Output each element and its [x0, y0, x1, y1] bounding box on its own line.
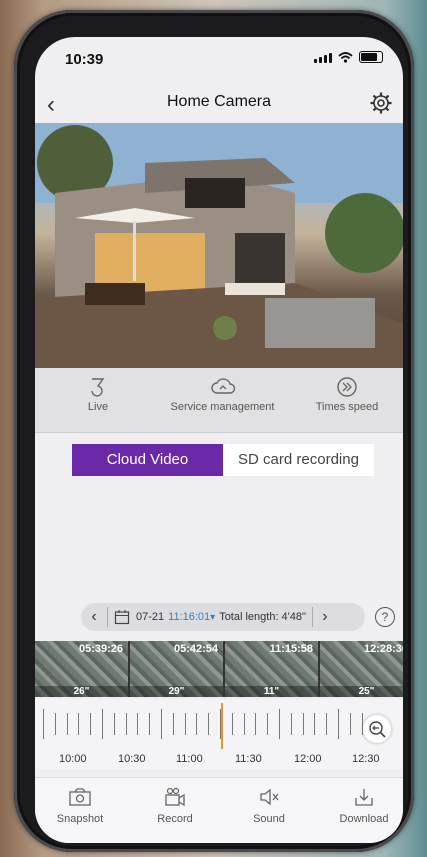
date-bar: ‹ 07-21 11:16:01 ▾ Total length: 4'48" › [81, 603, 365, 631]
clip-thumbnail[interactable]: 05:42:54 29" [130, 641, 223, 697]
service-management-button[interactable]: Service management [155, 376, 290, 413]
clip-duration: 26" [35, 686, 128, 697]
clip-time: 05:42:54 [173, 643, 218, 655]
timeline-tick [326, 713, 328, 735]
timeline-label: 10:30 [118, 753, 146, 765]
timeline-tick [113, 713, 115, 735]
timeline-tick [243, 713, 245, 735]
timeline-tick [196, 713, 198, 735]
cloud-icon [210, 378, 235, 394]
timeline-label: 11:30 [235, 753, 262, 765]
timeline-tick [66, 713, 68, 735]
total-length: Total length: 4'48" [219, 611, 306, 623]
tab-cloud-video[interactable]: Cloud Video [72, 444, 223, 476]
playback-controls: Live Service management Times speed [35, 368, 403, 433]
timeline-label: 11:00 [176, 753, 203, 765]
clip-thumbnail[interactable]: 12:28:36 25" [320, 641, 403, 697]
timeline-scrubber[interactable]: 10:00 10:30 11:00 11:30 12:00 12:30 [35, 699, 403, 769]
times-speed-button[interactable]: Times speed [307, 376, 387, 413]
timeline-tick [102, 709, 103, 739]
record-button[interactable]: Record [140, 786, 210, 825]
wifi-icon [338, 51, 353, 63]
timeline-tick [290, 713, 292, 735]
timeline-tick [314, 713, 316, 735]
clip-duration: 25" [320, 686, 403, 697]
timeline-tick [220, 709, 221, 739]
sound-label: Sound [253, 813, 285, 825]
timeline-label: 10:00 [59, 753, 87, 765]
status-icons [314, 51, 383, 63]
timeline-tick [338, 709, 339, 739]
status-time: 10:39 [65, 51, 104, 68]
battery-icon [359, 51, 383, 63]
selected-date[interactable]: 07-21 [136, 611, 164, 623]
help-icon[interactable]: ? [375, 607, 395, 627]
live-icon [91, 378, 105, 397]
timeline-tick [361, 713, 363, 735]
download-label: Download [339, 813, 389, 825]
clip-thumbnails: 05:39:26 26" 05:42:54 29" 11:15:58 11" 12:2… [35, 641, 403, 697]
camera-icon [69, 788, 91, 806]
header: ‹ Home Camera [35, 87, 403, 121]
calendar-icon[interactable] [114, 609, 130, 625]
record-label: Record [157, 813, 193, 825]
sound-button[interactable]: Sound [234, 786, 304, 825]
live-label: Live [87, 401, 109, 413]
signal-icon [314, 52, 332, 63]
bottom-toolbar: Snapshot Record Sound Download [35, 777, 403, 843]
timeline-tick [43, 709, 44, 739]
timeline-tick [302, 713, 304, 735]
timeline-tick [267, 713, 269, 735]
clip-thumbnail[interactable]: 11:15:58 11" [225, 641, 318, 697]
timeline-tick [137, 713, 139, 735]
timeline-tick [161, 709, 162, 739]
tab-sd-card-recording[interactable]: SD card recording [223, 444, 374, 476]
service-management-label: Service management [170, 401, 275, 413]
timeline-tick [90, 713, 92, 735]
clip-thumbnail[interactable]: 05:39:26 26" [35, 641, 128, 697]
next-day-icon[interactable]: › [313, 608, 337, 626]
playhead[interactable] [221, 703, 223, 749]
timeline-tick [255, 713, 257, 735]
timeline-tick [54, 713, 56, 735]
video-camera-icon [165, 787, 185, 807]
timeline-tick [78, 713, 80, 735]
timeline-tick [279, 709, 280, 739]
source-tabs: Cloud Video SD card recording [72, 444, 374, 476]
timeline-tick [184, 713, 186, 735]
timeline-label: 12:30 [352, 753, 380, 765]
snapshot-button[interactable]: Snapshot [45, 786, 115, 825]
prev-day-icon[interactable]: ‹ [81, 608, 107, 626]
timeline-tick [231, 713, 233, 735]
speed-icon [337, 377, 357, 397]
clip-duration: 29" [130, 686, 223, 697]
gear-icon[interactable] [369, 91, 393, 115]
timeline-tick [349, 713, 351, 735]
snapshot-label: Snapshot [56, 813, 104, 825]
timeline-tick [125, 713, 127, 735]
timeline-tick [208, 713, 210, 735]
zoom-icon[interactable] [363, 715, 391, 743]
chevron-down-icon[interactable]: ▾ [210, 612, 215, 623]
download-button[interactable]: Download [329, 786, 399, 825]
timeline-label: 12:00 [294, 753, 322, 765]
house-scene-image [35, 123, 403, 368]
times-speed-label: Times speed [315, 401, 379, 413]
download-icon [355, 789, 373, 806]
camera-feed[interactable] [35, 123, 403, 368]
timeline-tick [149, 713, 151, 735]
phone-screen: 10:39 ‹ Home Camera Live Service managem… [35, 37, 403, 843]
clip-duration: 11" [225, 686, 318, 697]
mute-icon [260, 788, 279, 806]
live-button[interactable]: Live [63, 376, 133, 413]
clip-time: 05:39:26 [78, 643, 123, 655]
timeline-tick [172, 713, 174, 735]
clip-time: 12:28:36 [363, 643, 403, 655]
selected-time[interactable]: 11:16:01 [168, 611, 210, 623]
page-title: Home Camera [166, 93, 272, 110]
clip-time: 11:15:58 [269, 643, 313, 655]
